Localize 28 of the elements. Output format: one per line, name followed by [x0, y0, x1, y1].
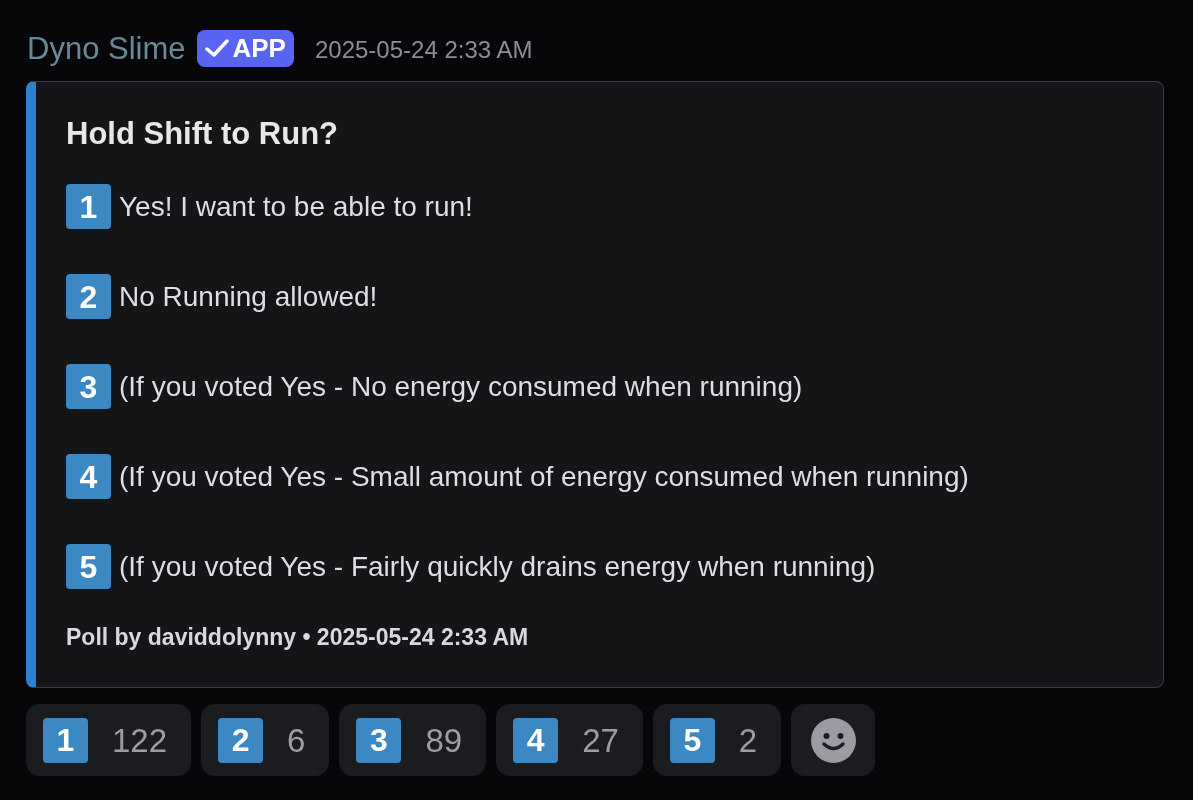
poll-option-text: (If you voted Yes - Small amount of energy consumed when running) [119, 462, 969, 491]
keycap-emoji: 2 [66, 274, 111, 319]
keycap-emoji: 4 [513, 717, 559, 763]
keycap-emoji: 3 [356, 717, 402, 763]
keycap-emoji: 1 [43, 717, 88, 763]
poll-option-text: Yes! I want to be able to run! [119, 192, 473, 221]
keycap-emoji: 5 [66, 544, 111, 589]
reaction-button[interactable]: 1 122 [26, 704, 192, 776]
add-reaction-button[interactable] [791, 704, 876, 776]
keycap-emoji: 2 [218, 717, 264, 763]
poll-option-text: No Running allowed! [119, 282, 378, 311]
reaction-button[interactable]: 4 27 [496, 704, 643, 776]
keycap-emoji: 4 [66, 454, 111, 499]
reaction-button[interactable]: 2 6 [201, 704, 330, 776]
keycap-emoji: 5 [669, 717, 715, 763]
author-name[interactable]: Dyno Slime [26, 32, 186, 64]
poll-option-text: (If you voted Yes - Fairly quickly drains energy when running) [119, 552, 876, 581]
reaction-button[interactable]: 5 2 [652, 704, 782, 776]
reaction-button[interactable]: 3 89 [339, 704, 487, 776]
poll-question: Hold Shift to Run? [66, 116, 340, 152]
message-timestamp: 2025-05-24 2:33 AM [314, 38, 533, 62]
poll-option-text: (If you voted Yes - No energy consumed when running) [119, 372, 803, 401]
keycap-emoji: 3 [66, 364, 111, 409]
smiley-icon [810, 717, 856, 763]
poll-footer: Poll by daviddolynny • 2025-05-24 2:33 AM [66, 623, 1163, 651]
keycap-emoji: 1 [66, 184, 111, 229]
app-badge: APP [196, 29, 294, 67]
checkmark-icon [204, 38, 229, 58]
